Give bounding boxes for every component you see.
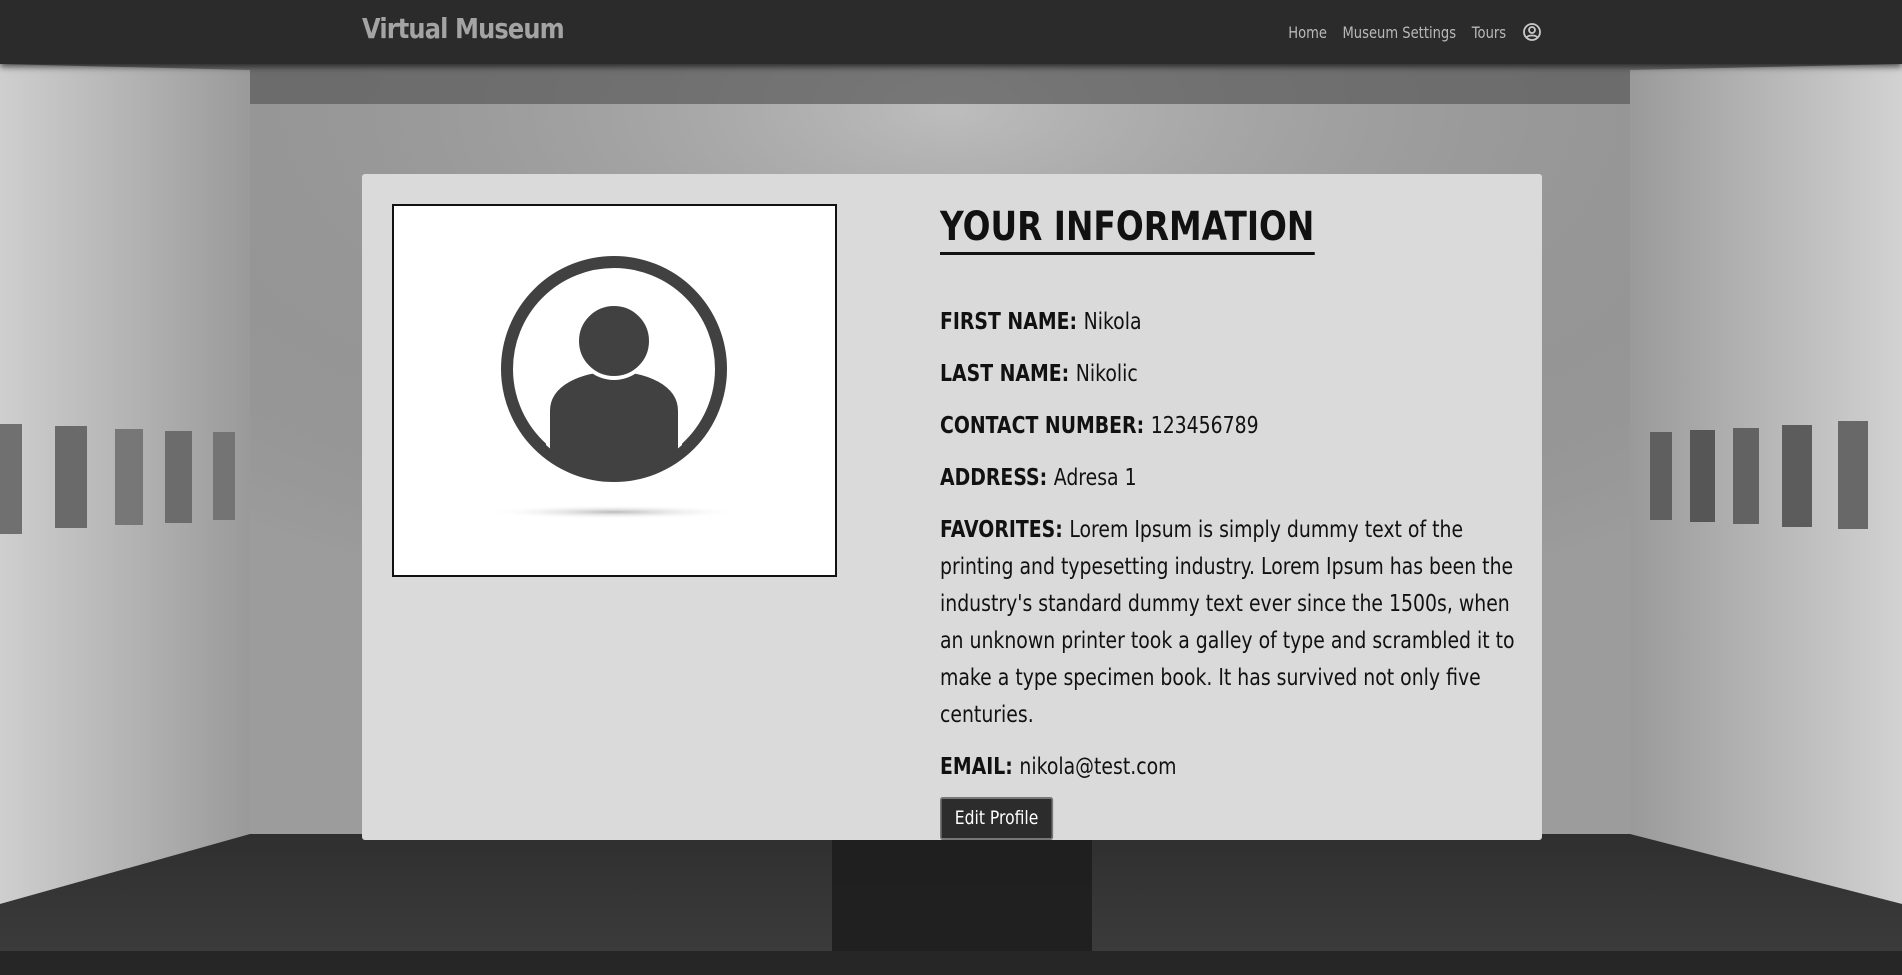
nav-links: Home Museum Settings Tours xyxy=(1284,0,1542,64)
email-value: nikola@test.com xyxy=(1019,754,1177,780)
address-row: ADDRESS: Adresa 1 xyxy=(940,460,1525,497)
nav-home-link[interactable]: Home xyxy=(1289,23,1328,42)
page-title: YOUR INFORMATION xyxy=(940,204,1315,255)
last-name-label: LAST NAME: xyxy=(940,361,1076,387)
user-circle-icon[interactable] xyxy=(1522,22,1542,42)
top-navbar: Virtual Museum Home Museum Settings Tour… xyxy=(0,0,1902,64)
email-label: EMAIL: xyxy=(940,754,1020,780)
last-name-row: LAST NAME: Nikolic xyxy=(940,356,1525,393)
last-name-value: Nikolic xyxy=(1075,361,1138,387)
user-avatar-icon xyxy=(484,256,744,519)
address-value: Adresa 1 xyxy=(1053,465,1137,491)
edit-profile-button[interactable]: Edit Profile xyxy=(940,797,1054,840)
nav-tours-link[interactable]: Tours xyxy=(1472,23,1506,42)
avatar xyxy=(392,204,837,577)
first-name-value: Nikola xyxy=(1083,309,1142,335)
contact-number-label: CONTACT NUMBER: xyxy=(940,413,1151,439)
footer-bar xyxy=(0,951,1902,975)
favorites-label: FAVORITES: xyxy=(940,517,1070,543)
first-name-label: FIRST NAME: xyxy=(940,309,1084,335)
favorites-value: Lorem Ipsum is simply dummy text of the … xyxy=(940,517,1515,728)
nav-museum-settings-link[interactable]: Museum Settings xyxy=(1342,23,1456,42)
contact-number-row: CONTACT NUMBER: 123456789 xyxy=(940,408,1525,445)
email-row: EMAIL: nikola@test.com xyxy=(940,749,1525,786)
profile-info: YOUR INFORMATION FIRST NAME: Nikola LAST… xyxy=(940,204,1525,840)
favorites-row: FAVORITES: Lorem Ipsum is simply dummy t… xyxy=(940,512,1525,734)
brand-logo[interactable]: Virtual Museum xyxy=(362,12,565,45)
first-name-row: FIRST NAME: Nikola xyxy=(940,304,1525,341)
profile-card: YOUR INFORMATION FIRST NAME: Nikola LAST… xyxy=(362,174,1542,840)
contact-number-value: 123456789 xyxy=(1150,413,1259,439)
address-label: ADDRESS: xyxy=(940,465,1054,491)
